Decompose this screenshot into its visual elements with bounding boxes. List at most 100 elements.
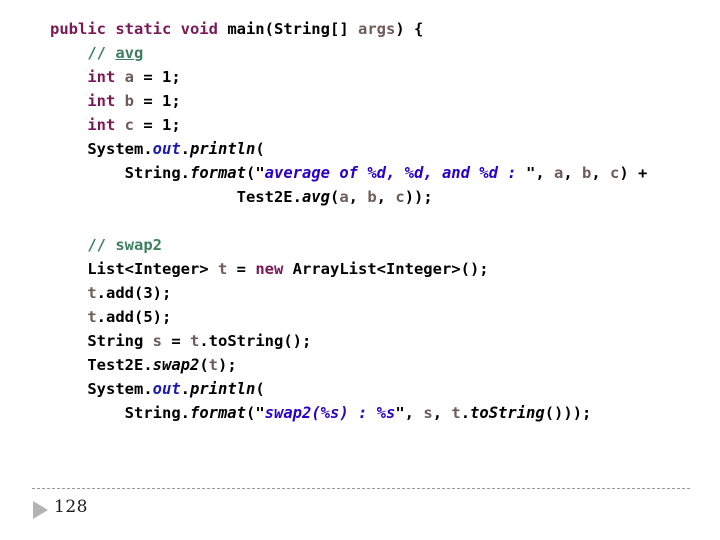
code-token: = 1;: [134, 68, 181, 86]
code-line: t.add(3);: [50, 281, 710, 305]
code-token: ,: [376, 188, 396, 206]
code-token: .toString();: [199, 332, 312, 350]
code-token: =: [227, 260, 256, 278]
code-line: List<Integer> t = new ArrayList<Integer>…: [50, 257, 710, 281]
code-token: add: [106, 308, 135, 326]
code-token: int: [87, 68, 116, 86]
code-token: average of %d, %d, and %d :: [264, 164, 526, 182]
code-line: int b = 1;: [50, 89, 710, 113]
code-token: s: [423, 404, 433, 422]
code-token: System.: [50, 140, 153, 158]
code-token: main: [227, 20, 265, 38]
code-token: .: [96, 308, 107, 326]
code-token: Test2E.: [50, 356, 153, 374]
code-token: System.: [50, 380, 153, 398]
code-token: b: [124, 92, 135, 110]
code-token: String.: [50, 164, 190, 182]
code-token: (: [245, 404, 256, 422]
code-line: Test2E.swap2(t);: [50, 353, 710, 377]
code-token: ,: [535, 164, 554, 182]
code-token: ": [255, 404, 265, 422]
code-token: format: [189, 164, 246, 182]
code-token: (: [255, 380, 265, 398]
code-token: ));: [404, 188, 433, 206]
code-token: t: [87, 284, 97, 302]
code-token: .: [180, 380, 190, 398]
code-token: (: [329, 188, 340, 206]
code-token: .: [460, 404, 471, 422]
code-token: );: [218, 356, 237, 374]
code-token: a: [553, 164, 564, 182]
play-triangle-icon[interactable]: [33, 501, 48, 519]
code-token: int: [87, 116, 116, 134]
code-line: t.add(5);: [50, 305, 710, 329]
code-token: Test2E.: [50, 188, 302, 206]
code-line: // avg: [50, 41, 710, 65]
code-token: a: [339, 188, 349, 206]
code-block: public static void main(String[] args) {…: [50, 17, 710, 425]
code-line: Test2E.avg(a, b, c));: [50, 185, 710, 209]
code-token: format: [189, 404, 246, 422]
code-token: t: [451, 404, 461, 422]
code-token: args: [357, 20, 396, 38]
code-token: println: [190, 140, 256, 158]
code-line: int a = 1;: [50, 65, 710, 89]
code-token: swap2(%s) : %s: [264, 404, 396, 422]
code-token: out: [152, 380, 181, 398]
code-token: c: [610, 164, 620, 182]
code-token: public static void: [50, 20, 228, 38]
code-token: ,: [591, 164, 611, 182]
code-line: String s = t.toString();: [50, 329, 710, 353]
code-token: a: [124, 68, 135, 86]
code-token: println: [190, 380, 256, 398]
code-line: System.out.println(: [50, 137, 710, 161]
code-token: out: [152, 140, 181, 158]
slide-footer: 128: [0, 488, 720, 540]
code-token: (: [255, 140, 265, 158]
code-token: c: [124, 116, 135, 134]
code-token: ) +: [619, 164, 648, 182]
code-line: int c = 1;: [50, 113, 710, 137]
page-number: 128: [54, 497, 88, 517]
code-line: String.format("average of %d, %d, and %d…: [50, 161, 710, 185]
code-token: ,: [432, 404, 452, 422]
code-line: // swap2: [50, 233, 710, 257]
code-token: b: [582, 164, 592, 182]
code-token: int: [87, 92, 116, 110]
code-token: // swap2: [87, 236, 162, 254]
code-token: String: [50, 332, 153, 350]
code-token: = 1;: [134, 116, 181, 134]
code-token: ,: [563, 164, 582, 182]
code-token: t: [190, 332, 200, 350]
code-token: ()));: [544, 404, 592, 422]
code-token: (: [199, 356, 209, 374]
code-token: ,: [404, 404, 424, 422]
footer-divider: [32, 488, 690, 489]
code-token: ) {: [395, 20, 424, 38]
code-token: String: [273, 20, 330, 38]
code-token: ArrayList<Integer>();: [283, 260, 489, 278]
code-token: toString: [470, 404, 545, 422]
code-token: c: [395, 188, 405, 206]
code-token: avg: [301, 188, 330, 206]
code-token: avg: [115, 44, 144, 62]
code-token: = 1;: [134, 92, 181, 110]
code-line: String.format("swap2(%s) : %s", s, t.toS…: [50, 401, 710, 425]
code-token: s: [152, 332, 162, 350]
code-token: b: [367, 188, 377, 206]
code-token: ,: [348, 188, 368, 206]
code-token: ": [255, 164, 265, 182]
code-token: (5);: [134, 308, 172, 326]
code-token: =: [162, 332, 190, 350]
code-token: //: [87, 44, 116, 62]
code-token: List<Integer>: [50, 260, 218, 278]
